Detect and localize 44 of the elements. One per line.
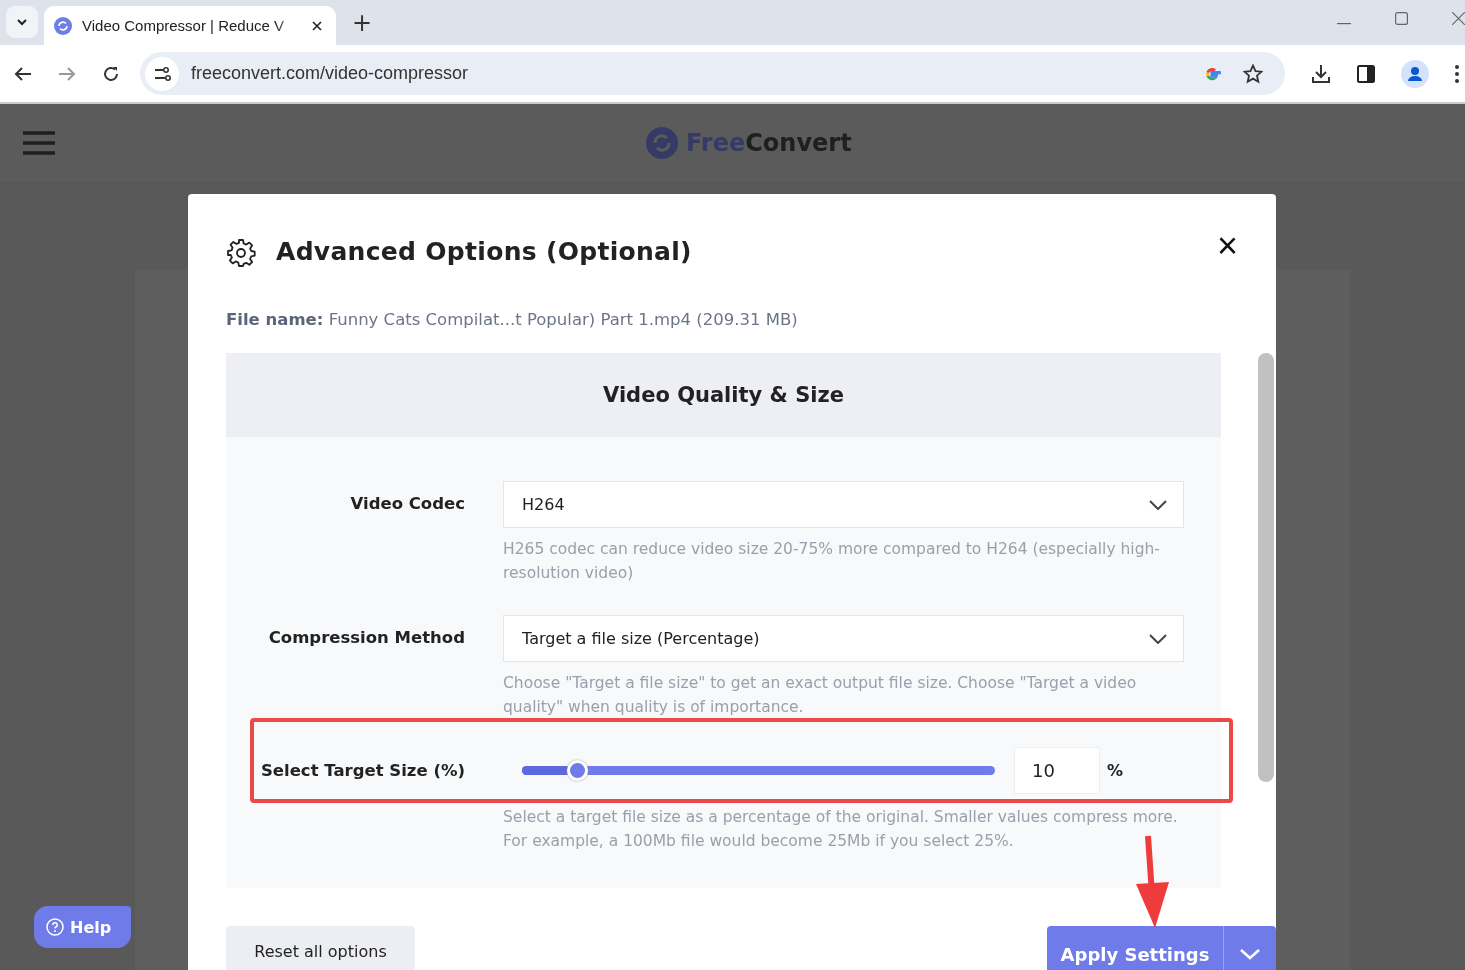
settings-icon [226, 238, 256, 268]
help-icon [46, 918, 64, 936]
field-label: Video Codec [349, 493, 465, 515]
new-tab-button[interactable]: + [352, 11, 373, 35]
favicon-icon [54, 16, 72, 35]
chevron-down-icon [1149, 499, 1167, 510]
dropdown[interactable]: Target a file size (Percentage) [503, 615, 1184, 662]
back-icon[interactable] [14, 65, 32, 82]
close-icon[interactable] [312, 20, 322, 31]
number-input[interactable]: 10 [1014, 747, 1100, 794]
dialog-title: Advanced Options (Optional) [276, 236, 692, 266]
unit-label: % [1107, 761, 1124, 780]
scrollbar[interactable] [1258, 353, 1274, 782]
slider-thumb[interactable] [567, 760, 589, 781]
reset-button[interactable]: Reset all options [226, 926, 415, 970]
tab-list-button[interactable] [6, 6, 38, 38]
reload-icon[interactable] [102, 64, 120, 83]
address-bar[interactable]: freeconvert.com/video-compressor [140, 52, 1285, 95]
hint-text: H265 codec can reduce video size 20-75% more compared to H264 (especially high-resolution video) [503, 539, 1161, 584]
chevron-down-icon [1149, 633, 1167, 644]
file-name: File name: Funny Cats Compilat...t Popular) Part 1.mp4 (209.31 MB) [226, 310, 799, 329]
download-icon[interactable] [1311, 63, 1331, 84]
hint-text: Select a target file size as a percentage of the original. Smaller values compress more. For example, a 100Mb file would become 25Mb if you select 25%. [503, 807, 1179, 852]
field-label: Compression Method [267, 627, 465, 649]
tab-title: Video Compressor | Reduce V [82, 17, 286, 34]
maximize-icon[interactable] [1395, 12, 1408, 25]
profile-icon[interactable] [1401, 59, 1429, 88]
slider[interactable] [522, 760, 995, 781]
minimize-icon[interactable] [1337, 23, 1351, 25]
caret-icon[interactable] [16, 18, 28, 26]
field-label: Select Target Size (%) [259, 760, 465, 782]
logo-icon [646, 127, 678, 159]
section-title: Video Quality & Size [603, 383, 844, 407]
help-button[interactable]: Help [34, 906, 131, 948]
browser-tab[interactable]: Video Compressor | Reduce V [44, 6, 336, 45]
close-button[interactable]: × [1216, 231, 1238, 261]
site-settings-icon[interactable] [145, 56, 179, 91]
menu-icon[interactable] [1455, 64, 1459, 83]
apply-button[interactable]: Apply Settings [1047, 926, 1276, 970]
forward-icon[interactable] [58, 65, 76, 82]
star-icon[interactable] [1243, 63, 1263, 84]
side-panel-icon[interactable] [1357, 64, 1375, 83]
hint-text: Choose "Target a file size" to get an exact output file size. Choose "Target a video quality" when quality is of importance. [503, 673, 1138, 718]
dropdown[interactable]: H264 [503, 481, 1184, 528]
